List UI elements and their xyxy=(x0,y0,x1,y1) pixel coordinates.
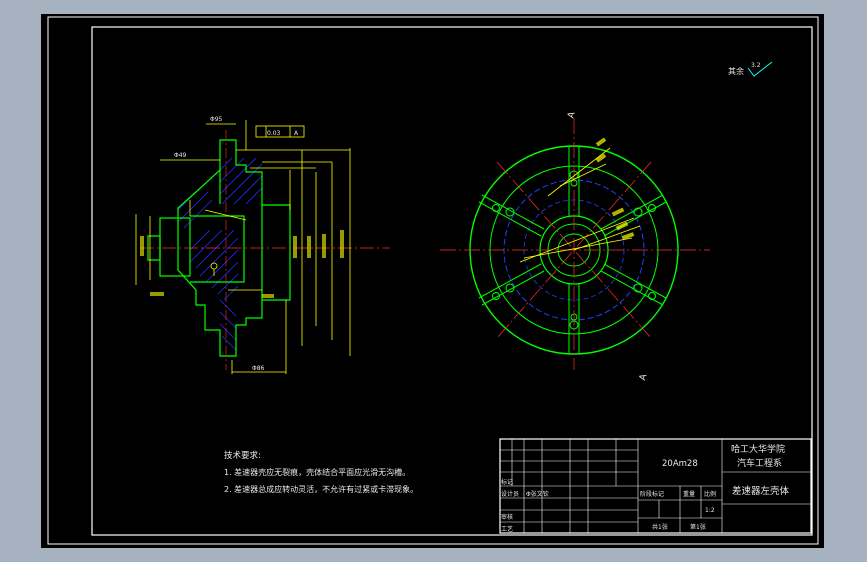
scale-value: 1:2 xyxy=(705,507,715,514)
weight-label: 重量 xyxy=(683,490,695,498)
stage-mark-label: 阶段标记 xyxy=(640,490,664,498)
drawing-number: 20Am28 xyxy=(662,459,698,469)
sheet-count: 共1张 xyxy=(652,523,668,531)
tech-heading: 技术要求: xyxy=(224,450,261,461)
tech-item-1: 1. 差速器壳应无裂痕，壳体结合平面应光滑无沟槽。 xyxy=(224,467,410,477)
surface-finish-label: 其余 xyxy=(728,66,744,76)
craft-label: 工艺 xyxy=(501,525,513,533)
tolerance-value: 0.03 xyxy=(267,130,281,137)
part-name: 差速器左壳体 xyxy=(732,485,790,497)
department-name: 汽车工程系 xyxy=(737,457,782,469)
scale-label: 比例 xyxy=(704,490,716,498)
dim-top-text: Φ95 xyxy=(210,116,223,123)
sheet-number: 第1张 xyxy=(690,523,706,531)
tech-item-2: 2. 差速器总成应转动灵活，不允许有过紧或卡滞现象。 xyxy=(224,484,418,494)
dim-width-text: Φ86 xyxy=(252,365,265,372)
designer-name: Φ张文钦 xyxy=(526,490,549,498)
drawing-canvas[interactable]: 其余 3.2 0.03 A Φ95 Φ49 Φ86 A A 技术要求: 1. 差… xyxy=(0,0,867,562)
mark-label: 标记 xyxy=(501,478,513,486)
cad-viewport[interactable]: 其余 3.2 0.03 A Φ95 Φ49 Φ86 A A 技术要求: 1. 差… xyxy=(0,0,867,562)
designer-label: 设计员 xyxy=(501,490,519,498)
dim-left-text: Φ49 xyxy=(174,152,187,159)
reviewer-label: 审核 xyxy=(501,513,513,521)
surface-finish-value: 3.2 xyxy=(751,62,761,69)
school-name: 哈工大华学院 xyxy=(731,443,785,455)
model-space-background xyxy=(41,14,824,548)
